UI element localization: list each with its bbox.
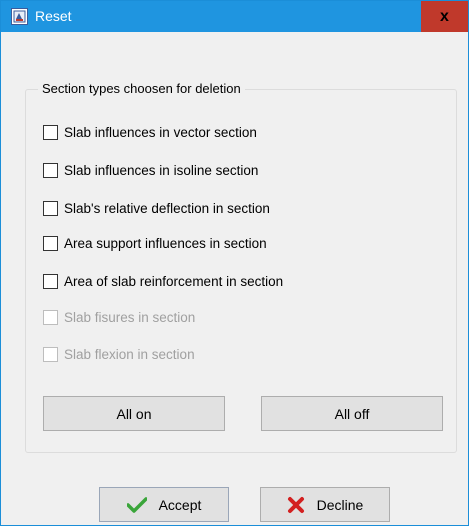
checkbox-row-slab-flexion: Slab flexion in section xyxy=(43,344,195,364)
checkbox-label: Slab influences in isoline section xyxy=(64,162,259,178)
title-bar[interactable]: Reset x xyxy=(1,1,468,32)
window-title: Reset xyxy=(35,8,72,24)
checkmark-icon xyxy=(126,496,147,513)
checkbox[interactable] xyxy=(43,200,58,216)
checkbox-row-slab-reinforcement[interactable]: Area of slab reinforcement in section xyxy=(43,271,283,291)
app-icon xyxy=(11,8,28,25)
decline-button[interactable]: Decline xyxy=(260,487,390,522)
group-legend: Section types choosen for deletion xyxy=(38,81,245,96)
all-off-button[interactable]: All off xyxy=(261,396,443,431)
checkbox[interactable] xyxy=(43,273,58,289)
checkbox-row-isoline-section[interactable]: Slab influences in isoline section xyxy=(43,160,258,180)
checkbox-row-slab-fisures: Slab fisures in section xyxy=(43,307,195,327)
red-x-icon xyxy=(287,496,305,514)
checkbox-label: Slab flexion in section xyxy=(64,346,195,362)
close-button[interactable]: x xyxy=(421,1,468,32)
accept-button[interactable]: Accept xyxy=(99,487,229,522)
all-on-button[interactable]: All on xyxy=(43,396,225,431)
reset-dialog: Reset x Section types choosen for deleti… xyxy=(0,0,469,526)
checkbox xyxy=(43,309,58,325)
checkbox-row-relative-deflection[interactable]: Slab's relative deflection in section xyxy=(43,198,270,218)
checkbox-row-area-support[interactable]: Area support influences in section xyxy=(43,233,267,253)
accept-label: Accept xyxy=(158,496,202,513)
checkbox-label: Area of slab reinforcement in section xyxy=(64,273,284,289)
checkbox[interactable] xyxy=(43,124,58,140)
checkbox[interactable] xyxy=(43,162,58,178)
checkbox-label: Slab influences in vector section xyxy=(64,124,257,140)
decline-label: Decline xyxy=(316,496,364,513)
checkbox xyxy=(43,346,58,362)
checkbox-label: Area support influences in section xyxy=(64,235,267,251)
checkbox[interactable] xyxy=(43,235,58,251)
checkbox-label: Slab's relative deflection in section xyxy=(64,200,270,216)
checkbox-label: Slab fisures in section xyxy=(64,309,196,325)
checkbox-row-vector-section[interactable]: Slab influences in vector section xyxy=(43,122,257,142)
